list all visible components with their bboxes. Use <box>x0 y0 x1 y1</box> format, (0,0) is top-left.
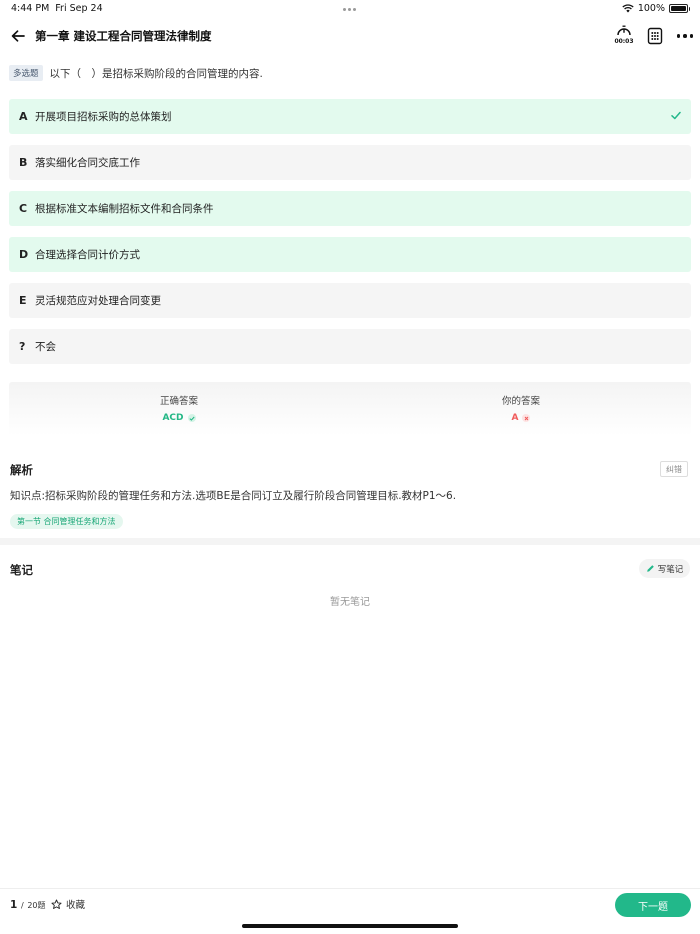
option-d[interactable]: D 合理选择合同计价方式 <box>9 237 691 272</box>
status-bar: 4:44 PM Fri Sep 24 100% <box>0 0 700 18</box>
arrow-left-icon <box>11 30 25 42</box>
correct-answer: 正确答案 ACD <box>79 393 279 423</box>
your-answer-label: 你的答案 <box>501 396 540 407</box>
option-letter: E <box>19 294 27 307</box>
bottom-divider <box>0 888 700 889</box>
wrong-x-icon <box>522 414 531 422</box>
analysis-title: 解析 <box>10 463 33 477</box>
knowledge-point-tag[interactable]: 第一节 合同管理任务和方法 <box>10 514 123 529</box>
header: 第一章 建设工程合同管理法律制度 00:03 <box>0 22 700 50</box>
option-text: 合理选择合同计价方式 <box>35 249 140 261</box>
analysis-text: 知识点:招标采购阶段的管理任务和方法.选项BE是合同订立及履行阶段合同管理目标.… <box>10 490 457 502</box>
status-date: Fri Sep 24 <box>55 3 103 14</box>
write-note-button[interactable]: 写笔记 <box>639 559 690 578</box>
stopwatch-icon <box>617 25 631 36</box>
option-text: 根据标准文本编制招标文件和合同条件 <box>35 203 214 215</box>
option-unknown[interactable]: ? 不会 <box>9 329 691 364</box>
battery-icon <box>669 4 690 13</box>
status-time: 4:44 PM Fri Sep 24 <box>11 3 103 14</box>
option-text: 灵活规范应对处理合同变更 <box>35 295 161 307</box>
your-answer-value: A <box>511 413 519 423</box>
current-question-number: 1 <box>10 899 18 911</box>
write-note-label: 写笔记 <box>657 564 684 575</box>
report-error-button[interactable]: 纠错 <box>660 461 688 477</box>
correct-answer-value: ACD <box>162 413 184 423</box>
correct-answer-label: 正确答案 <box>159 396 198 407</box>
option-letter: ? <box>19 340 26 353</box>
option-letter: B <box>19 156 28 169</box>
option-c[interactable]: C 根据标准文本编制招标文件和合同条件 <box>9 191 691 226</box>
option-b[interactable]: B 落实细化合同交底工作 <box>9 145 691 180</box>
correct-answer-value-row: ACD <box>79 413 279 423</box>
answer-sheet-button[interactable] <box>646 27 664 45</box>
correct-check-icon <box>187 414 196 422</box>
your-answer-value-row: A <box>421 413 621 423</box>
check-icon <box>671 111 681 120</box>
option-letter: D <box>19 248 29 261</box>
battery-percent: 100% <box>637 3 665 14</box>
question-type-badge: 多选题 <box>9 65 43 81</box>
next-question-button[interactable]: 下一题 <box>615 893 691 917</box>
question-counter: 1 / 20题 <box>10 899 46 911</box>
section-divider <box>0 538 700 545</box>
pencil-icon <box>646 565 654 572</box>
question-text: 以下（ ）是招标采购阶段的合同管理的内容. <box>49 67 263 80</box>
favorite-button[interactable]: 收藏 <box>51 897 85 911</box>
star-icon <box>51 898 62 909</box>
counter-separator: / <box>20 901 24 910</box>
timer-button[interactable]: 00:03 <box>612 25 636 49</box>
multitasking-dots[interactable] <box>343 8 356 11</box>
notes-title: 笔记 <box>10 563 33 577</box>
total-questions: 20题 <box>27 901 46 910</box>
back-button[interactable] <box>8 26 28 46</box>
answer-summary: 正确答案 ACD 你的答案 A <box>9 382 691 436</box>
timer-text: 00:03 <box>614 38 634 45</box>
status-time-text: 4:44 PM <box>11 3 50 14</box>
favorite-label: 收藏 <box>66 900 86 911</box>
your-answer: 你的答案 A <box>421 393 621 423</box>
grid-icon <box>647 27 663 45</box>
more-options-icon[interactable] <box>674 27 696 45</box>
home-indicator[interactable] <box>242 924 458 928</box>
question: 多选题 以下（ ）是招标采购阶段的合同管理的内容. <box>9 65 691 81</box>
option-a[interactable]: A 开展项目招标采购的总体策划 <box>9 99 691 134</box>
status-right: 100% <box>622 3 690 14</box>
option-text: 不会 <box>35 341 56 353</box>
option-letter: C <box>19 202 28 215</box>
option-e[interactable]: E 灵活规范应对处理合同变更 <box>9 283 691 318</box>
empty-notes-text: 暂无笔记 <box>330 597 370 608</box>
option-text: 落实细化合同交底工作 <box>35 157 140 169</box>
options-list: A 开展项目招标采购的总体策划 B 落实细化合同交底工作 C 根据标准文本编制招… <box>9 99 691 375</box>
option-text: 开展项目招标采购的总体策划 <box>35 111 172 123</box>
page-title: 第一章 建设工程合同管理法律制度 <box>35 29 212 43</box>
wifi-icon <box>622 4 634 13</box>
option-letter: A <box>19 110 28 123</box>
